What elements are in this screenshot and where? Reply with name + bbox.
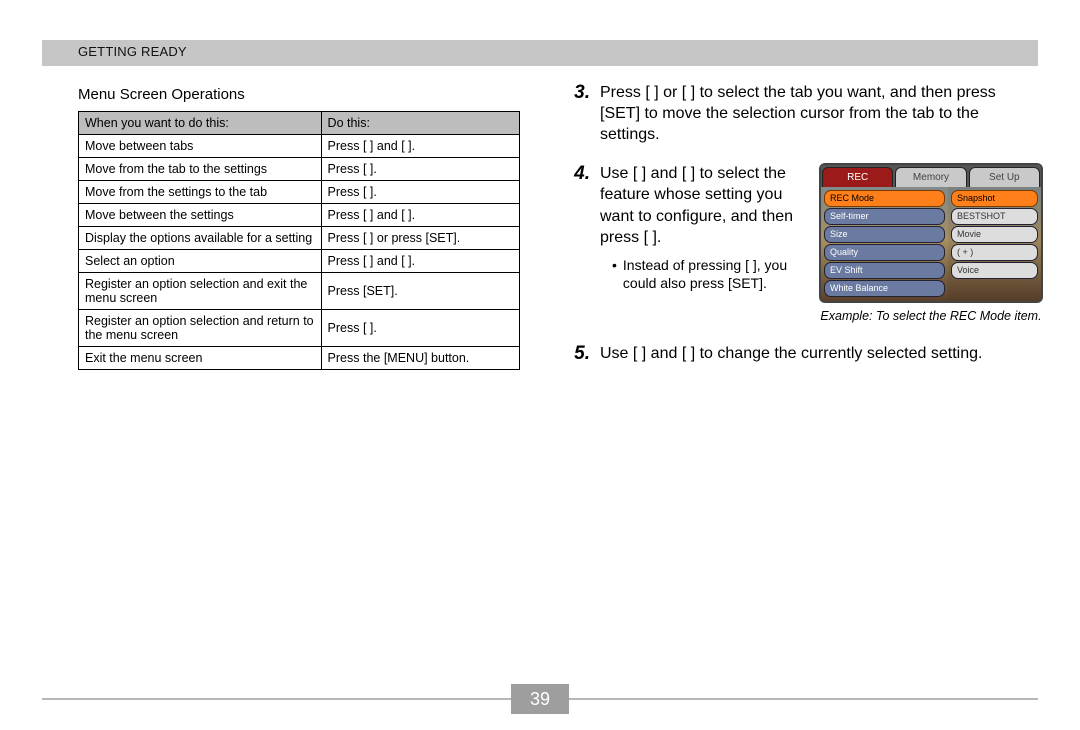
- page-number: 39: [511, 684, 569, 714]
- step-5: 5. Use [ ] and [ ] to change the current…: [570, 343, 1028, 365]
- table-row: Register an option selection and return …: [79, 310, 520, 347]
- table-row: Display the options available for a sett…: [79, 227, 520, 250]
- table-row: Move between the settingsPress [ ] and […: [79, 204, 520, 227]
- lcd-item: EV Shift: [824, 262, 945, 279]
- table-row: Move between tabsPress [ ] and [ ].: [79, 135, 520, 158]
- step-3: 3. Press [ ] or [ ] to select the tab yo…: [570, 82, 1028, 145]
- table-head-do: Do this:: [321, 112, 519, 135]
- lcd-item: BESTSHOT: [951, 208, 1038, 225]
- step-number: 3.: [570, 82, 590, 145]
- lcd-item: Voice: [951, 262, 1038, 279]
- lcd-tab-rec: REC: [822, 167, 893, 187]
- lcd-caption: Example: To select the REC Mode item.: [819, 309, 1043, 325]
- lcd-example: REC Memory Set Up REC Mode Self-timer Si…: [819, 163, 1043, 325]
- lcd-tab-memory: Memory: [895, 167, 966, 187]
- camera-lcd-mock: REC Memory Set Up REC Mode Self-timer Si…: [819, 163, 1043, 303]
- lcd-item: White Balance: [824, 280, 945, 297]
- table-head-action: When you want to do this:: [79, 112, 322, 135]
- step-number: 4.: [570, 163, 590, 325]
- table-row: Move from the tab to the settingsPress […: [79, 158, 520, 181]
- lcd-tab-setup: Set Up: [969, 167, 1040, 187]
- table-row: Select an optionPress [ ] and [ ].: [79, 250, 520, 273]
- step-text: Use [ ] and [ ] to select the feature wh…: [600, 165, 793, 245]
- table-row: Move from the settings to the tabPress […: [79, 181, 520, 204]
- lcd-item: Movie: [951, 226, 1038, 243]
- subheading-menu-ops: Menu Screen Operations: [78, 86, 520, 103]
- lcd-item: ( + ): [951, 244, 1038, 261]
- table-row: Register an option selection and exit th…: [79, 273, 520, 310]
- section-header: GETTING READY: [78, 44, 187, 59]
- step-text: Use [ ] and [ ] to change the currently …: [600, 343, 1028, 365]
- step-text: Press [ ] or [ ] to select the tab you w…: [600, 82, 1028, 145]
- step-4: 4. Use [ ] and [ ] to select the feature…: [570, 163, 1028, 325]
- left-column: Menu Screen Operations When you want to …: [78, 86, 520, 370]
- lcd-item: Self-timer: [824, 208, 945, 225]
- lcd-item: Size: [824, 226, 945, 243]
- step-number: 5.: [570, 343, 590, 365]
- operations-table: When you want to do this: Do this: Move …: [78, 111, 520, 370]
- lcd-item: REC Mode: [824, 190, 945, 207]
- step-4-bullet: Instead of pressing [ ], you could also …: [600, 256, 805, 292]
- right-column: 3. Press [ ] or [ ] to select the tab yo…: [570, 82, 1028, 383]
- section-header-band: [42, 40, 1038, 66]
- table-row: Exit the menu screenPress the [MENU] but…: [79, 347, 520, 370]
- lcd-item: Quality: [824, 244, 945, 261]
- lcd-item: Snapshot: [951, 190, 1038, 207]
